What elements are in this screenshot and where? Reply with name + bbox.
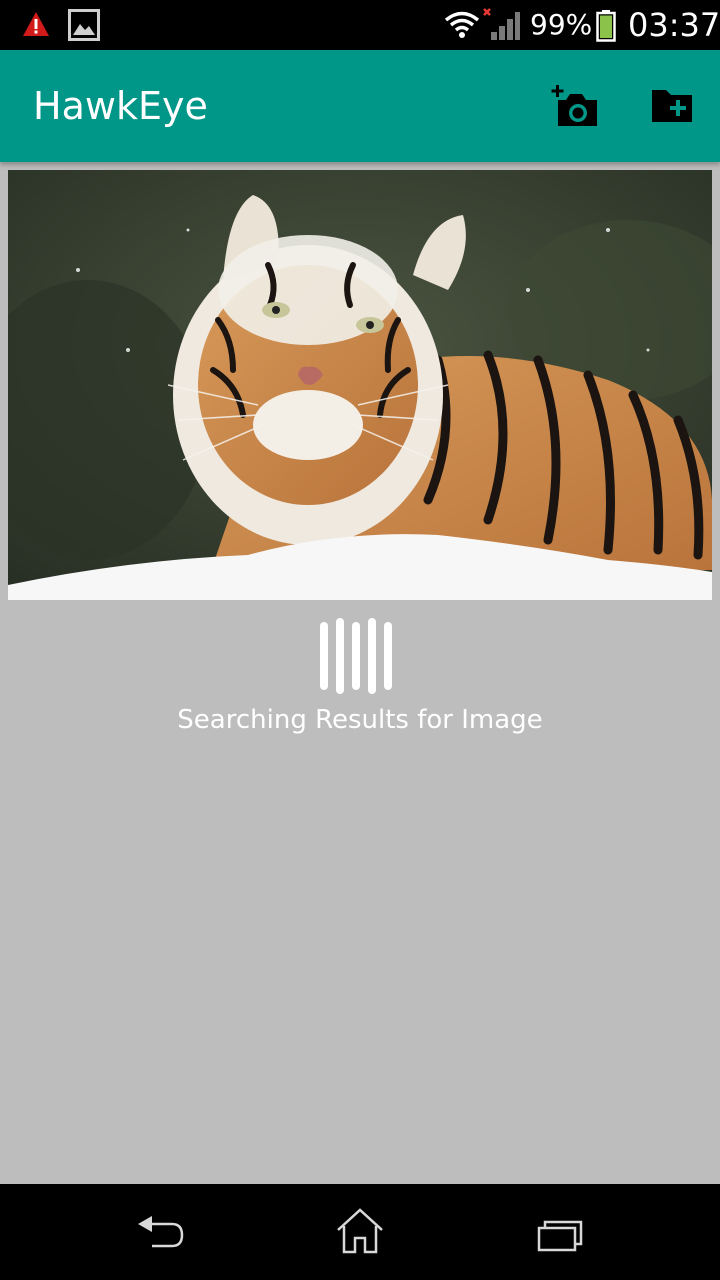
wifi-icon	[444, 11, 480, 38]
home-icon	[337, 1208, 383, 1254]
add-folder-button[interactable]	[650, 84, 700, 132]
status-bar: 99% 03:37	[0, 0, 720, 50]
home-button[interactable]	[330, 1204, 390, 1260]
navigation-bar	[0, 1184, 720, 1280]
signal-icon	[483, 8, 520, 40]
loading-bars-icon	[320, 618, 392, 694]
recent-apps-button[interactable]	[530, 1204, 590, 1260]
battery-icon	[596, 10, 616, 42]
search-status-text: Searching Results for Image	[177, 705, 543, 735]
status-time: 03:37	[628, 6, 720, 44]
image-notification-icon	[68, 9, 100, 41]
loading-indicator	[320, 618, 400, 698]
add-camera-icon	[551, 85, 597, 126]
back-icon	[138, 1216, 184, 1248]
warning-icon	[23, 12, 49, 36]
add-camera-button[interactable]	[550, 84, 600, 132]
recent-apps-icon	[537, 1220, 583, 1252]
app-title: HawkEye	[33, 84, 208, 128]
tiger-photo	[8, 170, 712, 600]
app-bar: HawkEye	[0, 50, 720, 162]
add-folder-icon	[652, 90, 692, 122]
back-button[interactable]	[130, 1204, 190, 1260]
battery-percent: 99%	[530, 8, 593, 41]
selected-image	[8, 170, 712, 600]
